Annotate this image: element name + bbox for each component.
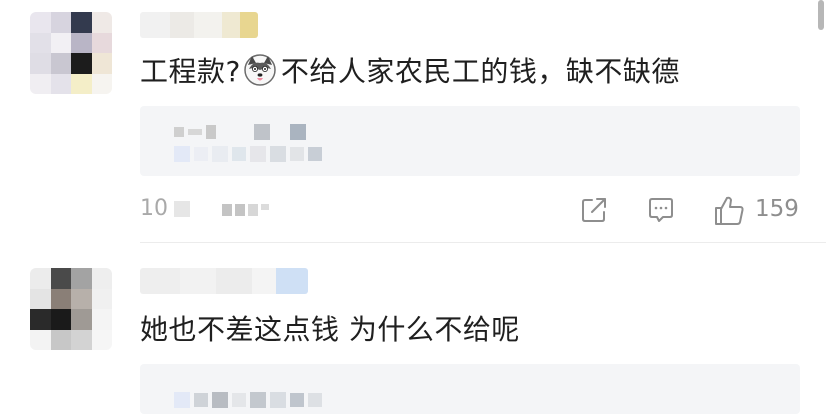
- avatar[interactable]: [30, 12, 112, 94]
- thumbs-up-icon[interactable]: [712, 194, 744, 226]
- blurred-meta: [222, 204, 269, 216]
- comment-text: 工程款? 不给人家农民工的钱，缺不缺德: [140, 50, 680, 90]
- comment-item: 她也不差这点钱 为什么不给呢: [0, 246, 826, 414]
- blurred-time: [174, 200, 190, 217]
- comment-time: 10: [140, 196, 190, 221]
- action-bar: 10 159: [0, 190, 826, 230]
- avatar[interactable]: [30, 268, 112, 350]
- username[interactable]: [140, 12, 258, 38]
- comment-icon[interactable]: [645, 194, 677, 226]
- comment-text: 她也不差这点钱 为什么不给呢: [140, 308, 520, 348]
- share-icon[interactable]: [578, 194, 610, 226]
- reply-preview[interactable]: [140, 364, 800, 414]
- blurred-reply-snippet: [174, 146, 322, 162]
- comment-time-text: 10: [140, 196, 168, 221]
- like-count: 159: [755, 196, 799, 222]
- comment-text-part: 不给人家农民工的钱，缺不缺德: [280, 55, 680, 88]
- reply-preview[interactable]: [140, 106, 800, 176]
- husky-emoji-icon: [243, 53, 277, 87]
- divider: [140, 242, 826, 243]
- comment-item: 工程款? 不给人家农民工的钱，缺不缺德 10 159: [0, 0, 826, 244]
- comment-text-part: 她也不差这点钱 为什么不给呢: [140, 313, 520, 346]
- username[interactable]: [140, 268, 308, 294]
- blurred-reply-snippet: [174, 124, 306, 140]
- comment-text-part: 工程款?: [140, 55, 241, 88]
- blurred-reply-snippet: [174, 392, 322, 408]
